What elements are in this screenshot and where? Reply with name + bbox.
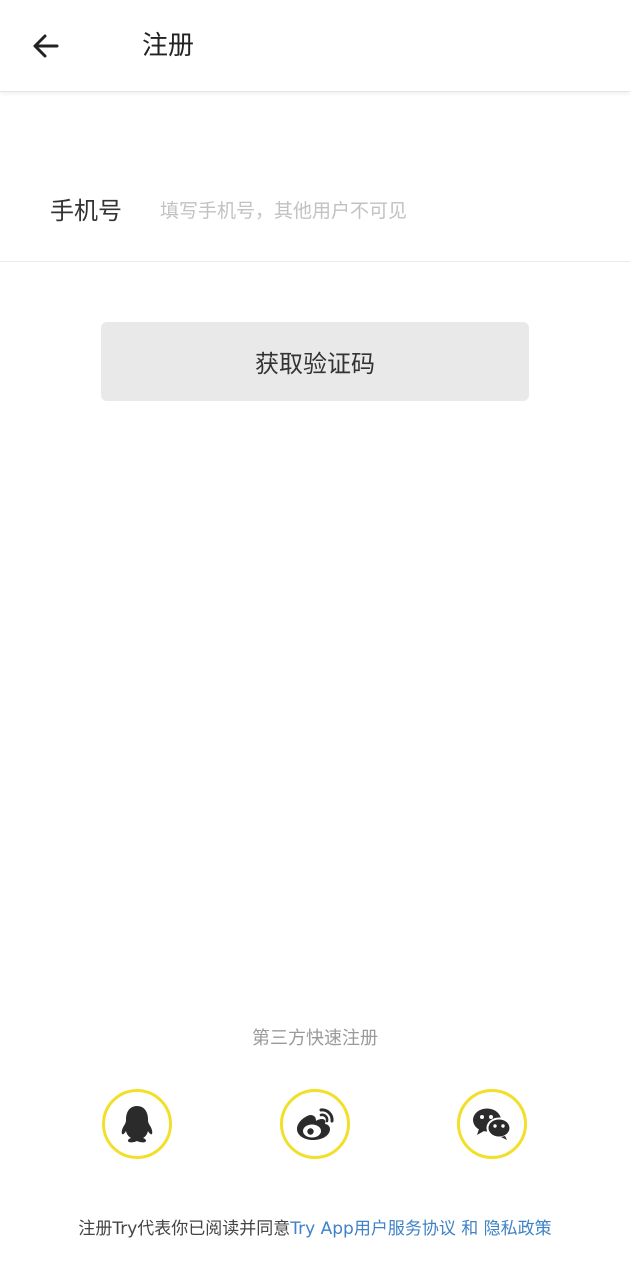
weibo-icon	[297, 1108, 334, 1140]
terms-link[interactable]: Try App用户服务协议	[290, 1219, 456, 1239]
agreement-joiner: 和	[455, 1219, 484, 1239]
agreement-text: 注册Try代表你已阅读并同意Try App用户服务协议 和 隐私政策	[0, 1216, 630, 1242]
back-button[interactable]	[24, 24, 68, 68]
get-code-button[interactable]: 获取验证码	[101, 322, 529, 401]
page-title: 注册	[142, 31, 195, 61]
third-party-title: 第三方快速注册	[252, 1028, 378, 1049]
privacy-link[interactable]: 隐私政策	[484, 1219, 552, 1239]
weibo-login-button[interactable]	[280, 1089, 350, 1159]
qq-login-button[interactable]	[102, 1089, 172, 1159]
top-bar: 注册	[0, 0, 630, 92]
phone-label: 手机号	[50, 197, 122, 225]
wechat-icon	[473, 1108, 512, 1140]
arrow-left-icon	[33, 34, 59, 58]
phone-input[interactable]	[160, 192, 580, 230]
wechat-login-button[interactable]	[457, 1089, 527, 1159]
qq-penguin-icon	[121, 1106, 153, 1143]
phone-row: 手机号	[0, 172, 630, 262]
agreement-prefix: 注册Try代表你已阅读并同意	[78, 1219, 291, 1239]
register-screen: 注册 手机号 获取验证码 第三方快速注册	[0, 0, 630, 1280]
